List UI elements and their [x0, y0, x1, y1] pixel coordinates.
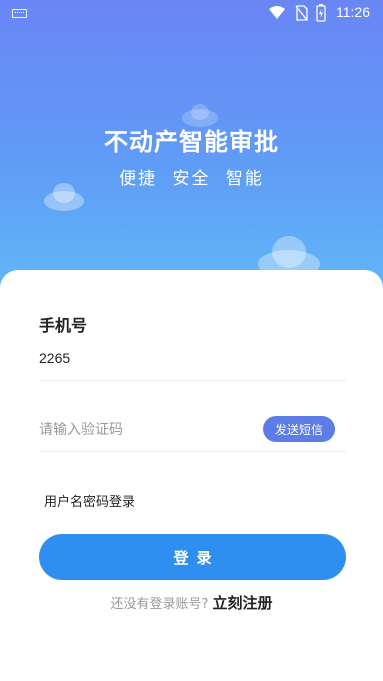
phone-label: 手机号 — [39, 316, 88, 335]
register-row: 还没有登录账号? 立刻注册 — [0, 592, 383, 613]
no-sim-icon — [295, 5, 308, 21]
keyboard-icon — [12, 9, 27, 18]
app-title: 不动产智能审批 — [104, 128, 279, 156]
divider — [39, 380, 346, 381]
verification-code-input[interactable] — [39, 419, 249, 441]
password-login-link[interactable]: 用户名密码登录 — [44, 491, 135, 510]
status-time: 11:26 — [336, 4, 370, 20]
divider — [39, 451, 346, 452]
send-sms-button[interactable]: 发送短信 — [263, 416, 335, 442]
app-subtitle: 便捷 安全 智能 — [119, 169, 264, 189]
login-button[interactable]: 登录 — [39, 534, 346, 580]
status-bar: 11:26 — [0, 0, 383, 26]
phone-input[interactable] — [39, 347, 346, 369]
battery-icon — [316, 4, 326, 22]
wifi-icon — [269, 6, 285, 19]
register-link[interactable]: 立刻注册 — [212, 594, 272, 612]
register-prompt: 还没有登录账号? — [110, 597, 209, 612]
hero-banner: 11:26 不动产智能审批 便捷 安全 智能 — [0, 0, 383, 300]
